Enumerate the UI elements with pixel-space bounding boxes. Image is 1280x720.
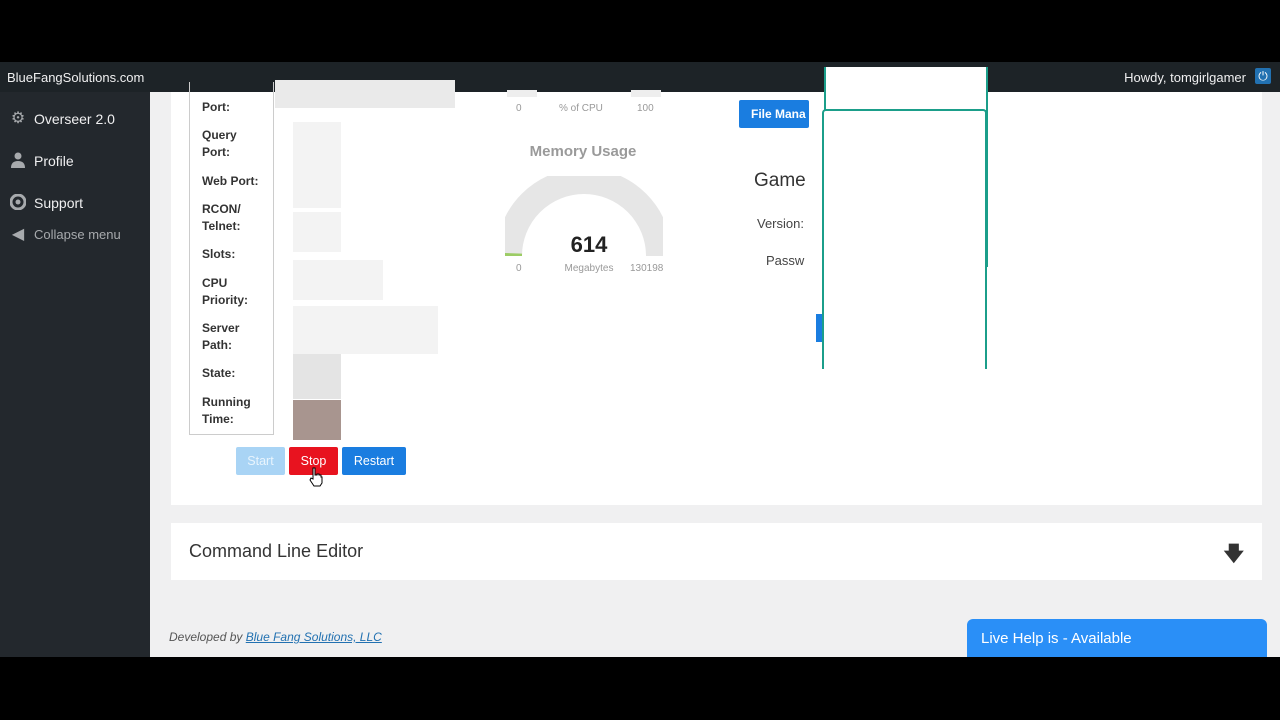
site-name-link[interactable]: BlueFangSolutions.com (7, 70, 144, 85)
main-content: Port: Query Port: Web Port: RCON/ Telnet… (150, 67, 1280, 657)
server-status-card: Port: Query Port: Web Port: RCON/ Telnet… (171, 67, 1262, 505)
cpu-gauge-max: 100 (637, 103, 654, 114)
rcon-telnet-label: RCON/ Telnet: (202, 202, 241, 233)
password-label: Passw (766, 253, 805, 268)
state-label: State: (202, 366, 236, 380)
command-line-editor-section[interactable]: Command Line Editor 🡇 (171, 523, 1262, 580)
command-line-editor-title: Command Line Editor (189, 541, 364, 561)
sidebar-item-label: Support (34, 195, 84, 211)
gear-icon: ⚙ (10, 110, 26, 127)
cpu-gauge-min: 0 (516, 103, 522, 114)
browser-viewport: BlueFangSolutions.com Howdy, tomgirlgame… (0, 62, 1280, 657)
sidebar-item-profile[interactable]: Profile (0, 144, 150, 178)
file-manager-button[interactable]: File Mana (739, 100, 809, 128)
live-help-tab[interactable]: Live Help is - Available (967, 619, 1267, 657)
game-section-title: Game (754, 170, 806, 191)
cpu-priority-label: CPU Priority: (202, 276, 249, 307)
redacted-value (293, 260, 383, 300)
power-icon[interactable]: ⏻ (1255, 68, 1271, 84)
redacted-value (293, 306, 438, 354)
overlay-panel (822, 109, 987, 369)
collapse-menu-label: Collapse menu (34, 227, 121, 242)
restart-button[interactable]: Restart (342, 447, 406, 475)
arrow-down-icon[interactable]: 🡇 (1223, 539, 1244, 573)
cpu-gauge-edge (631, 90, 661, 97)
version-label: Version: (757, 216, 804, 231)
footer-link[interactable]: Blue Fang Solutions, LLC (246, 630, 382, 644)
server-info-table: Port: Query Port: Web Port: RCON/ Telnet… (189, 82, 274, 435)
cpu-gauge-unit: % of CPU (559, 103, 603, 114)
running-time-value-box (293, 400, 341, 440)
memory-gauge-title: Memory Usage (529, 143, 637, 160)
collapse-menu-button[interactable]: ◀ Collapse menu (0, 218, 150, 252)
memory-gauge-min: 0 (516, 263, 522, 274)
sidebar-item-label: Overseer 2.0 (34, 111, 115, 127)
web-port-label: Web Port: (202, 174, 259, 188)
redacted-value (293, 212, 341, 252)
running-time-label: Running Time: (202, 395, 251, 426)
footer-prefix: Developed by (169, 630, 243, 644)
server-path-label: Server Path: (202, 321, 240, 352)
redacted-value (293, 122, 341, 208)
query-port-label: Query Port: (202, 128, 237, 159)
lifebuoy-icon (9, 193, 27, 212)
collapse-icon: ◀ (11, 226, 25, 243)
redacted-value (275, 80, 455, 108)
state-value-box (293, 354, 341, 399)
port-label: Port: (202, 100, 230, 114)
slots-label: Slots: (202, 247, 236, 261)
memory-unit: Megabytes (564, 263, 614, 274)
sidebar: ⚙ Overseer 2.0 Profile Support ◀ Collaps… (0, 92, 150, 657)
sidebar-item-overseer[interactable]: ⚙ Overseer 2.0 (0, 102, 150, 136)
sidebar-item-support[interactable]: Support (0, 186, 150, 220)
sidebar-item-label: Profile (34, 153, 74, 169)
start-button[interactable]: Start (236, 447, 285, 475)
cpu-gauge-edge (507, 90, 537, 97)
user-icon (9, 152, 27, 170)
memory-gauge-max: 130198 (630, 263, 664, 274)
footer: Developed by Blue Fang Solutions, LLC (169, 630, 382, 644)
account-greeting[interactable]: Howdy, tomgirlgamer (1124, 70, 1246, 85)
hand-cursor-icon (309, 467, 323, 487)
memory-value: 614 (570, 232, 608, 257)
